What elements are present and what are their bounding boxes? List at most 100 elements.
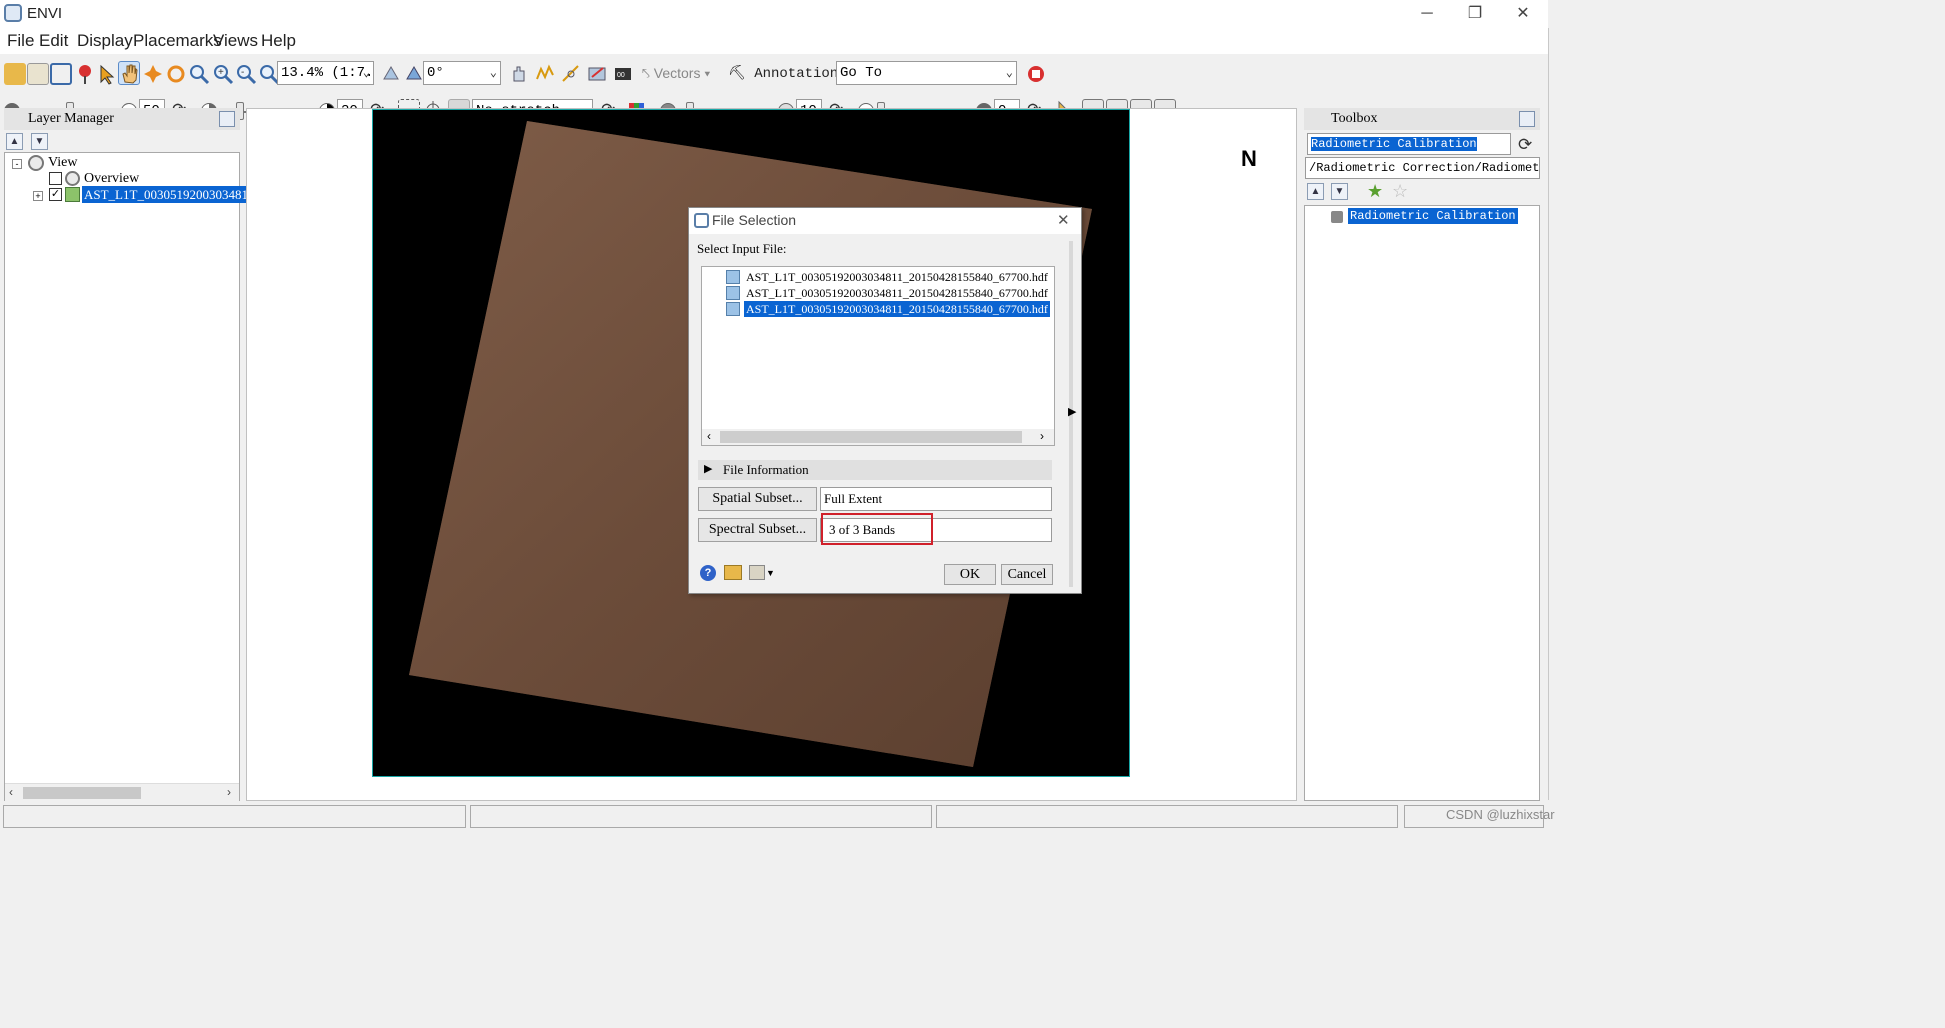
clipboard-icon[interactable] [27,63,49,85]
file-raster-icon [726,270,740,284]
cursor-value-icon[interactable] [508,63,530,85]
toolbox-result-item[interactable]: Radiometric Calibration [1348,208,1518,224]
chip-view-icon[interactable] [586,63,608,85]
expand-panel-icon[interactable]: ▶ [1068,405,1076,418]
file-list-item[interactable]: AST_L1T_00305192003034811_20150428155840… [744,269,1050,285]
horizontal-scrollbar[interactable]: ‹ › [5,783,239,801]
toolbox-search-field[interactable]: Radiometric Calibration [1307,133,1511,155]
pan-hand-icon[interactable] [118,61,140,85]
status-segment-2 [470,805,932,828]
svg-text:+: + [218,67,224,78]
tree-collapse-toggle[interactable]: - [12,159,22,169]
file-list-item[interactable]: AST_L1T_00305192003034811_20150428155840… [744,285,1050,301]
file-raster-icon [726,302,740,316]
menu-views[interactable]: Views [213,31,258,51]
placemark-pin-icon[interactable] [74,63,96,85]
scroll-thumb[interactable] [23,787,141,799]
expand-all-icon[interactable]: ▼ [31,133,48,150]
raster-layer-icon [65,187,80,202]
menu-placemarks[interactable]: Placemarks [133,31,222,51]
status-segment-1 [3,805,466,828]
overview-icon [65,171,80,186]
tree-item-overview[interactable]: Overview [84,171,139,187]
right-edge-divider [1548,28,1568,800]
scroll-left-icon[interactable]: ‹ [9,785,13,799]
dock-panel-icon[interactable] [1519,111,1535,127]
collapse-all-icon[interactable]: ▲ [1307,183,1324,200]
highlight-box [821,513,933,545]
zoom-icon[interactable] [188,63,210,85]
scroll-right-icon[interactable]: › [227,785,231,799]
spectral-profile-icon[interactable] [534,63,556,85]
spectral-subset-button[interactable]: Spectral Subset... [698,518,817,542]
options-icon[interactable] [749,565,765,580]
tree-expand-toggle[interactable]: + [33,191,43,201]
north-arrow-icon: N [1241,146,1257,171]
svg-text:-: - [241,67,244,78]
help-icon[interactable]: ? [700,565,716,581]
close-window-button[interactable]: ✕ [1494,0,1552,28]
right-edge-strip [1548,0,1945,1028]
fly-icon[interactable] [142,63,164,85]
scroll-right-icon[interactable]: › [1040,429,1044,443]
file-list-hscrollbar[interactable]: ‹ › [702,429,1054,445]
rotation-field[interactable]: 0° ⌄ [423,61,501,85]
rotate-icon[interactable] [165,63,187,85]
tree-item-layer[interactable]: AST_L1T_00305192003034811 [82,186,256,203]
rotate-right-icon[interactable] [403,63,425,85]
svg-text:00: 00 [617,72,625,79]
envi-app-icon [4,4,22,22]
file-list: AST_L1T_00305192003034811_20150428155840… [701,266,1055,446]
open-folder-icon[interactable] [4,63,26,85]
status-bar: CSDN @luzhixstar [0,803,1945,828]
cancel-button[interactable]: Cancel [1001,564,1053,585]
toolbox-title: Toolbox [1304,108,1540,130]
zoom-in-icon[interactable]: + [212,63,234,85]
zoom-out-icon[interactable]: - [235,63,257,85]
goto-icon[interactable]: 00 [612,63,634,85]
collapse-all-icon[interactable]: ▲ [6,133,23,150]
overview-checkbox[interactable] [49,172,62,185]
annotations-icon: ⛏ [728,66,755,82]
toolbox-tree: Radiometric Calibration [1304,205,1540,801]
layer-checkbox[interactable]: ✓ [49,188,62,201]
options-dropdown-icon[interactable]: ▼ [766,568,775,578]
zoom-level-field[interactable]: 13.4% (1:7.5)⌄ [277,61,374,85]
refresh-search-icon[interactable]: ⟳ [1518,135,1532,155]
remove-favorite-icon[interactable]: ☆ [1392,181,1408,202]
menu-display[interactable]: Display [77,31,133,51]
add-favorite-icon[interactable]: ★ [1367,181,1383,202]
dock-panel-icon[interactable] [219,111,235,127]
menu-file[interactable]: File [7,31,34,51]
spatial-subset-button[interactable]: Spatial Subset... [698,487,817,511]
goto-action-icon[interactable] [1025,63,1047,85]
goto-field[interactable]: Go To ⌄ [836,61,1017,85]
view-globe-icon [28,155,44,171]
expand-all-icon[interactable]: ▼ [1331,183,1348,200]
file-selection-dialog: File Selection ✕ Select Input File: AST_… [688,207,1082,594]
rotate-left-icon[interactable] [380,63,402,85]
ok-button[interactable]: OK [944,564,996,585]
crosshair-icon[interactable] [560,63,582,85]
select-arrow-icon[interactable] [96,63,118,85]
dialog-app-icon [694,213,709,228]
select-input-label: Select Input File: [697,241,787,256]
menu-help[interactable]: Help [261,31,296,51]
file-information-section[interactable]: ▶ File Information [698,460,1052,480]
menu-edit[interactable]: Edit [39,31,68,51]
dialog-title-bar: File Selection ✕ [689,208,1081,234]
scroll-thumb[interactable] [720,431,1022,443]
file-list-item-selected[interactable]: AST_L1T_00305192003034811_20150428155840… [744,301,1050,317]
status-segment-3 [936,805,1398,828]
crop-icon[interactable] [50,63,72,85]
vectors-menu[interactable]: ⤣ Vectors ▾ [642,65,710,82]
file-information-label: File Information [723,462,809,477]
layer-tree: - View Overview + ✓ AST_L1T_003051920030… [4,152,256,801]
dialog-close-button[interactable]: ✕ [1057,211,1070,229]
scroll-left-icon[interactable]: ‹ [707,429,711,443]
file-raster-icon [726,286,740,300]
toolbox-panel: Toolbox Radiometric Calibration ⟳ /Radio… [1304,108,1540,801]
open-folder-icon[interactable] [724,565,742,580]
toolbox-path-field[interactable]: /Radiometric Correction/Radiometric Cal [1305,157,1540,179]
tree-root-view[interactable]: View [48,155,77,171]
